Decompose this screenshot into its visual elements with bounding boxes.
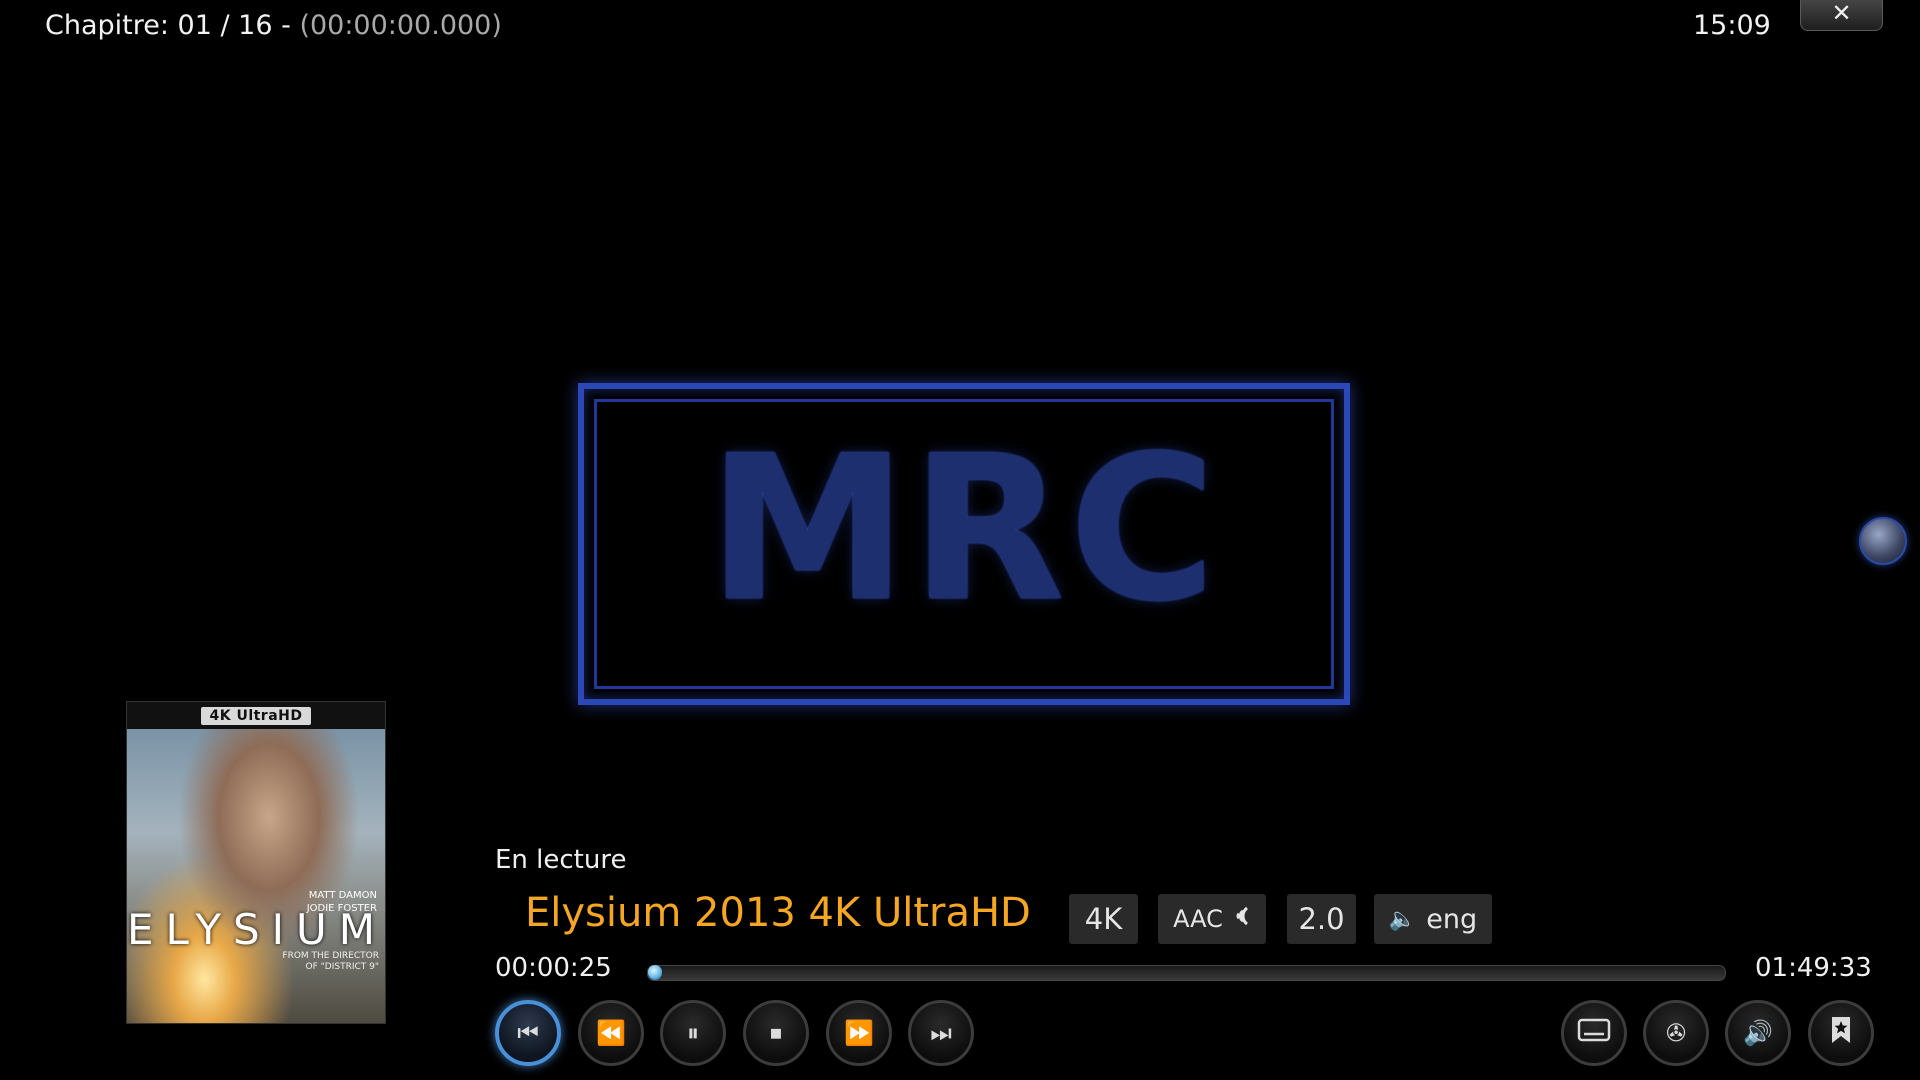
now-playing-label: En lecture bbox=[495, 845, 627, 875]
video-settings-button[interactable]: ✇ bbox=[1643, 1000, 1709, 1066]
resolution-badge: 4K bbox=[1069, 894, 1138, 944]
skip-next-icon: ⏭ bbox=[930, 1019, 952, 1047]
poster-tagline-line: FROM THE DIRECTOR bbox=[282, 951, 379, 961]
film-reel-icon: ✇ bbox=[1665, 1019, 1687, 1047]
poster-tagline-line: OF "DISTRICT 9" bbox=[305, 962, 379, 972]
bookmark-icon bbox=[1829, 1015, 1853, 1051]
fast-forward-icon: ⏩ bbox=[844, 1019, 874, 1047]
poster-tagline: FROM THE DIRECTOR OF "DISTRICT 9" bbox=[282, 951, 379, 973]
pause-icon: ⏸ bbox=[687, 1019, 699, 1047]
studio-logo-text: MRC bbox=[708, 413, 1220, 646]
movie-title: Elysium 2013 4K UltraHD bbox=[525, 890, 1031, 936]
chapter-counter: Chapitre: 01 / 16 - bbox=[45, 10, 291, 41]
total-time: 01:49:33 bbox=[1755, 953, 1872, 983]
poster-format-badge: 4K UltraHD bbox=[201, 706, 311, 725]
poster-credit-line: MATT DAMON bbox=[308, 890, 377, 901]
seek-bar-handle[interactable] bbox=[648, 965, 662, 979]
volume-icon: 🔊 bbox=[1743, 1019, 1773, 1047]
poster-artwork: MATT DAMON JODIE FOSTER ELYSIUM FROM THE… bbox=[127, 729, 385, 1023]
poster-header: 4K UltraHD bbox=[127, 702, 385, 729]
chapter-info: Chapitre: 01 / 16 - (00:00:00.000) bbox=[45, 10, 502, 41]
audio-channels-badge: 2.0 bbox=[1287, 894, 1356, 944]
fast-forward-button[interactable]: ⏩ bbox=[826, 1000, 892, 1066]
bookmark-button[interactable] bbox=[1808, 1000, 1874, 1066]
stop-icon: ⏹ bbox=[770, 1019, 782, 1047]
audio-settings-button[interactable]: 🔊 bbox=[1725, 1000, 1791, 1066]
chapter-timestamp: (00:00:00.000) bbox=[299, 10, 502, 41]
elapsed-time: 00:00:25 bbox=[495, 953, 612, 983]
side-menu-orb[interactable] bbox=[1859, 517, 1907, 565]
pause-button[interactable]: ⏸ bbox=[660, 1000, 726, 1066]
speaker-icon: 🔈 bbox=[1388, 906, 1417, 932]
previous-button[interactable]: ⏮ bbox=[495, 1000, 561, 1066]
clock: 15:09 bbox=[1693, 10, 1771, 41]
audio-codec-label: AAC bbox=[1173, 905, 1223, 933]
poster-title: ELYSIUM bbox=[127, 905, 386, 954]
audio-language-badge: 🔈 eng bbox=[1374, 894, 1492, 944]
subtitles-icon bbox=[1577, 1017, 1611, 1049]
rewind-button[interactable]: ⏪ bbox=[578, 1000, 644, 1066]
stop-button[interactable]: ⏹ bbox=[743, 1000, 809, 1066]
audio-language-label: eng bbox=[1426, 903, 1478, 935]
seek-bar[interactable] bbox=[647, 965, 1726, 981]
close-icon: ✕ bbox=[1831, 0, 1852, 27]
close-button[interactable]: ✕ bbox=[1800, 0, 1883, 31]
next-button[interactable]: ⏭ bbox=[908, 1000, 974, 1066]
rewind-icon: ⏪ bbox=[596, 1019, 626, 1047]
skip-previous-icon: ⏮ bbox=[517, 1019, 539, 1047]
movie-poster: 4K UltraHD MATT DAMON JODIE FOSTER ELYSI… bbox=[126, 701, 386, 1024]
audio-codec-badge: AAC bbox=[1158, 894, 1266, 944]
subtitles-button[interactable] bbox=[1561, 1000, 1627, 1066]
codec-waves-icon bbox=[1225, 905, 1251, 933]
